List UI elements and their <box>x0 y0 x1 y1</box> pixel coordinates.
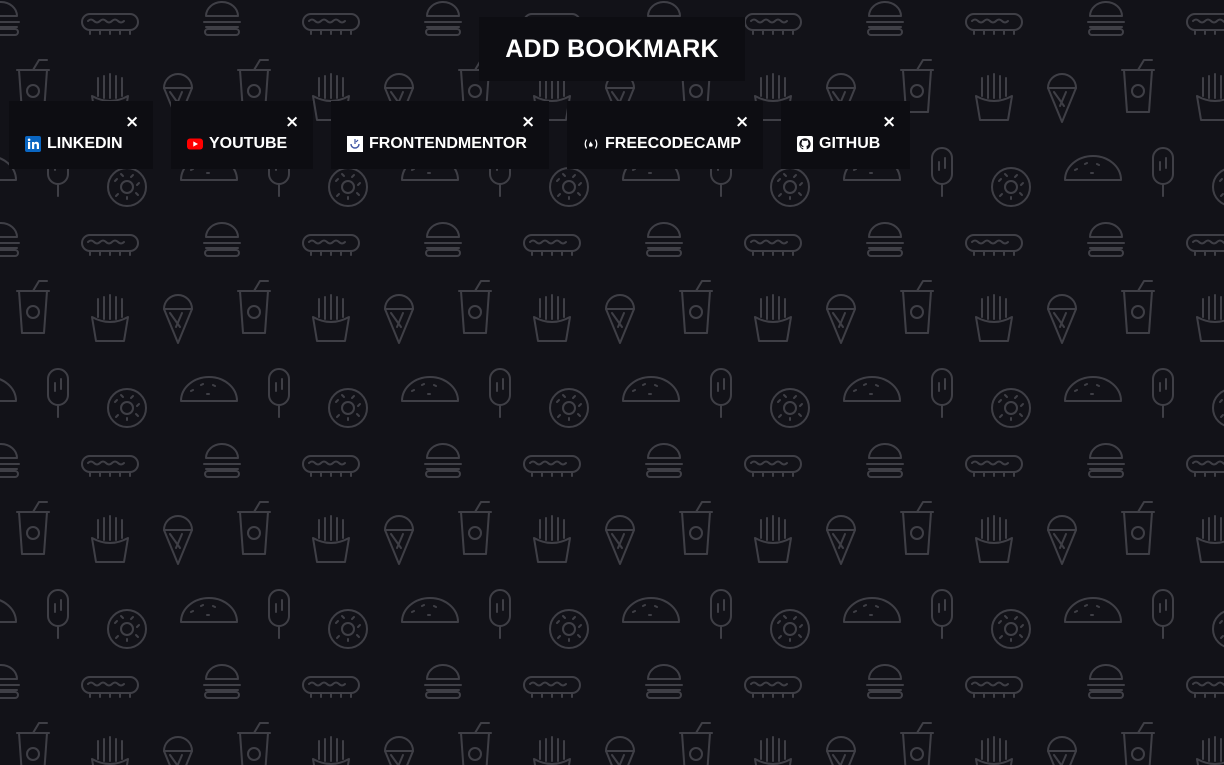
bookmark-link-github[interactable]: GITHUB <box>797 135 880 153</box>
bookmark-link-freecodecamp[interactable]: FREECODECAMP <box>583 135 741 153</box>
youtube-icon <box>187 136 203 152</box>
bookmark-label: FREECODECAMP <box>605 135 742 152</box>
add-bookmark-button[interactable]: ADD BOOKMARK <box>479 17 745 81</box>
bookmark-card-linkedin: LINKEDIN × <box>9 101 153 169</box>
bookmark-card-frontendmentor: FRONTENDMENTOR × <box>331 101 549 169</box>
bookmark-label: YOUTUBE <box>209 135 288 152</box>
linkedin-icon <box>25 136 41 152</box>
bookmark-link-frontendmentor[interactable]: FRONTENDMENTOR <box>347 135 527 153</box>
bookmark-label: FRONTENDMENTOR <box>369 135 527 152</box>
close-icon[interactable]: × <box>735 114 749 131</box>
bookmark-card-freecodecamp: FREECODECAMP × <box>567 101 763 169</box>
bookmark-label: GITHUB <box>819 135 881 152</box>
close-icon[interactable]: × <box>125 114 139 131</box>
close-icon[interactable]: × <box>882 114 896 131</box>
bookmark-card-youtube: YOUTUBE × <box>171 101 313 169</box>
frontendmentor-icon <box>347 136 363 152</box>
close-icon[interactable]: × <box>521 114 535 131</box>
bookmark-link-linkedin[interactable]: LINKEDIN <box>25 135 123 153</box>
bookmark-label: LINKEDIN <box>47 135 123 152</box>
github-icon <box>797 136 813 152</box>
freecodecamp-icon <box>583 136 599 152</box>
bookmark-link-youtube[interactable]: YOUTUBE <box>187 135 287 153</box>
close-icon[interactable]: × <box>285 114 299 131</box>
bookmark-card-github: GITHUB × <box>781 101 910 169</box>
